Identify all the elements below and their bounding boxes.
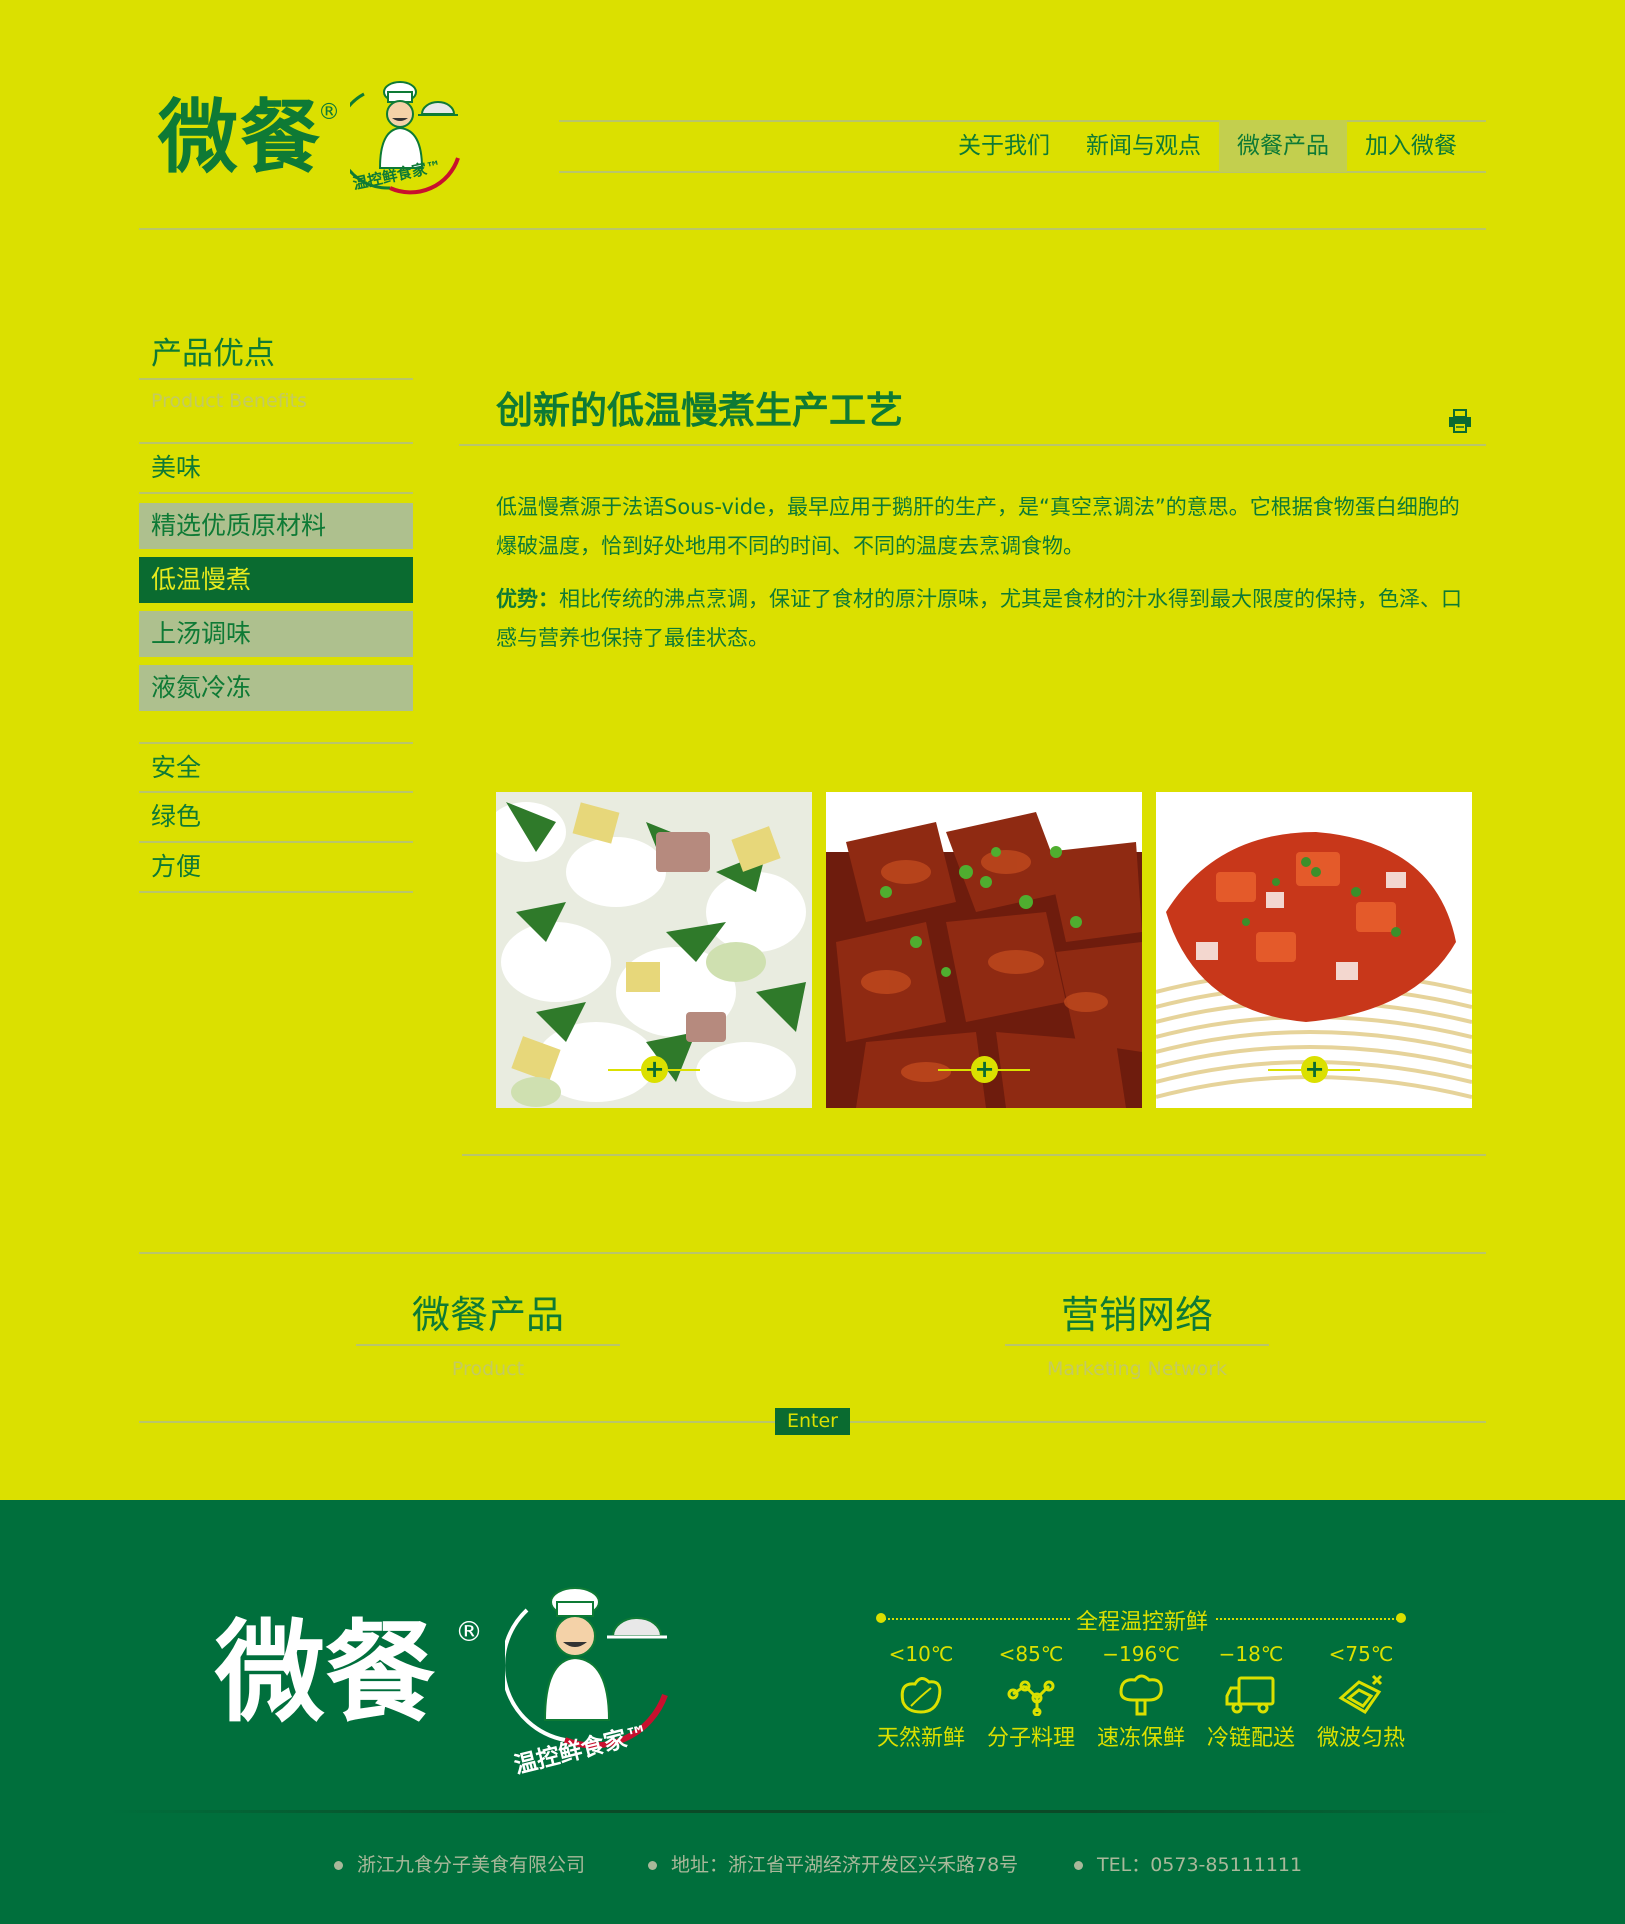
network-section-title[interactable]: 营销网络 — [1005, 1284, 1269, 1339]
header-divider — [139, 228, 1486, 230]
sidebar-item-green[interactable]: 绿色 — [139, 793, 413, 841]
bullet-icon — [1074, 1861, 1083, 1870]
company-address: 地址：浙江省平湖经济开发区兴禾路78号 — [671, 1854, 1019, 1876]
sidebar-item-broth-seasoning[interactable]: 上汤调味 — [139, 611, 413, 657]
footer-address: 地址：浙江省平湖经济开发区兴禾路78号 — [648, 1850, 1018, 1877]
plus-icon: + — [971, 1056, 998, 1083]
sidebar-subtitle: Product Benefits — [151, 390, 307, 412]
feature-quick-freeze: −196℃ 速冻保鲜 — [1086, 1640, 1196, 1752]
advantage-label: 优势： — [496, 587, 559, 611]
molecule-icon — [1007, 1680, 1055, 1716]
feature-temperature: <85℃ — [998, 1642, 1064, 1666]
feature-cold-chain: −18℃ 冷链配送 — [1196, 1640, 1306, 1752]
truck-icon — [1225, 1676, 1275, 1714]
footer-divider — [110, 1810, 1510, 1813]
sidebar-item-tasty[interactable]: 美味 — [139, 444, 413, 492]
features-title: 全程温控新鲜 — [1070, 1604, 1215, 1636]
main-nav: 关于我们 新闻与观点 微餐产品 加入微餐 — [940, 120, 1475, 172]
title-divider — [459, 444, 1486, 446]
content-divider — [462, 1154, 1486, 1156]
products-section-subtitle: Product — [451, 1358, 525, 1380]
section-divider — [139, 1252, 1486, 1254]
sidebar-item-quality-ingredients[interactable]: 精选优质原材料 — [139, 503, 413, 549]
nav-item-about[interactable]: 关于我们 — [940, 120, 1068, 172]
footer-logo-text[interactable]: 微餐 — [215, 1618, 435, 1728]
freeze-icon — [1119, 1674, 1163, 1716]
feature-temperature: <10℃ — [888, 1642, 954, 1666]
advantage-text: 相比传统的沸点烹调，保证了食材的原汁原味，尤其是食材的汁水得到最大限度的保持，色… — [496, 587, 1462, 650]
feature-microwave: <75℃ 微波匀热 — [1306, 1640, 1416, 1752]
feature-name: 分子料理 — [986, 1726, 1075, 1751]
expand-button[interactable]: + — [938, 1056, 1030, 1084]
network-title-underline — [1005, 1344, 1269, 1346]
food-photo-rice[interactable]: + — [496, 792, 812, 1108]
leaf-icon — [900, 1677, 942, 1714]
plus-icon: + — [1301, 1056, 1328, 1083]
sidebar-item-convenient[interactable]: 方便 — [139, 843, 413, 891]
company-name: 浙江九食分子美食有限公司 — [357, 1854, 586, 1876]
expand-button[interactable]: + — [1268, 1056, 1360, 1084]
nav-item-news[interactable]: 新闻与观点 — [1068, 120, 1219, 172]
feature-name: 天然新鲜 — [876, 1726, 965, 1751]
feature-name: 微波匀热 — [1316, 1726, 1405, 1751]
plus-icon: + — [641, 1056, 668, 1083]
sidebar-item-safe[interactable]: 安全 — [139, 744, 413, 792]
bullet-icon — [648, 1861, 657, 1870]
nav-item-products[interactable]: 微餐产品 — [1219, 120, 1347, 172]
feature-molecular: <85℃ 分子料理 — [976, 1640, 1086, 1752]
logo-registered-mark: ® — [318, 100, 340, 125]
footer-phone: TEL：0573-85111111 — [1074, 1850, 1302, 1877]
sidebar-divider — [139, 492, 413, 494]
feature-natural-fresh: <10℃ 天然新鲜 — [866, 1640, 976, 1752]
footer-logo-registered-mark: ® — [455, 1615, 483, 1648]
intro-paragraph: 低温慢煮源于法语Sous-vide，最早应用于鹅肝的生产，是“真空烹调法”的意思… — [496, 495, 1460, 558]
sidebar-divider — [139, 891, 413, 893]
feature-temperature: <75℃ — [1328, 1642, 1394, 1666]
features-line-dot — [1396, 1613, 1406, 1623]
food-photo-noodles[interactable]: + — [1156, 792, 1472, 1108]
page-title: 创新的低温慢煮生产工艺 — [496, 389, 903, 432]
sidebar-title-divider — [139, 378, 413, 380]
products-section-title[interactable]: 微餐产品 — [356, 1284, 620, 1339]
footer-company: 浙江九食分子美食有限公司 — [334, 1850, 585, 1877]
feature-temperature: −18℃ — [1218, 1642, 1284, 1666]
sidebar-title: 产品优点 — [151, 336, 275, 372]
sidebar-item-sous-vide[interactable]: 低温慢煮 — [139, 557, 413, 603]
print-icon[interactable] — [1448, 408, 1472, 434]
expand-button[interactable]: + — [608, 1056, 700, 1084]
bullet-icon — [334, 1861, 343, 1870]
feature-name: 冷链配送 — [1206, 1726, 1295, 1751]
nav-item-join[interactable]: 加入微餐 — [1347, 120, 1475, 172]
network-section-subtitle: Marketing Network — [1046, 1358, 1228, 1380]
products-title-underline — [356, 1344, 620, 1346]
feature-temperature: −196℃ — [1102, 1642, 1180, 1666]
microwave-icon — [1338, 1674, 1383, 1714]
advantage-paragraph: 优势：相比传统的沸点烹调，保证了食材的原汁原味，尤其是食材的汁水得到最大限度的保… — [496, 580, 1476, 658]
food-photo-braised[interactable]: + — [826, 792, 1142, 1108]
company-phone[interactable]: TEL：0573-85111111 — [1097, 1854, 1302, 1876]
sidebar-item-liquid-nitrogen[interactable]: 液氮冷冻 — [139, 665, 413, 711]
logo-text[interactable]: 微餐 — [158, 98, 322, 178]
feature-name: 速冻保鲜 — [1096, 1726, 1185, 1751]
features-line-dot — [876, 1613, 886, 1623]
enter-button[interactable]: Enter — [775, 1408, 850, 1435]
